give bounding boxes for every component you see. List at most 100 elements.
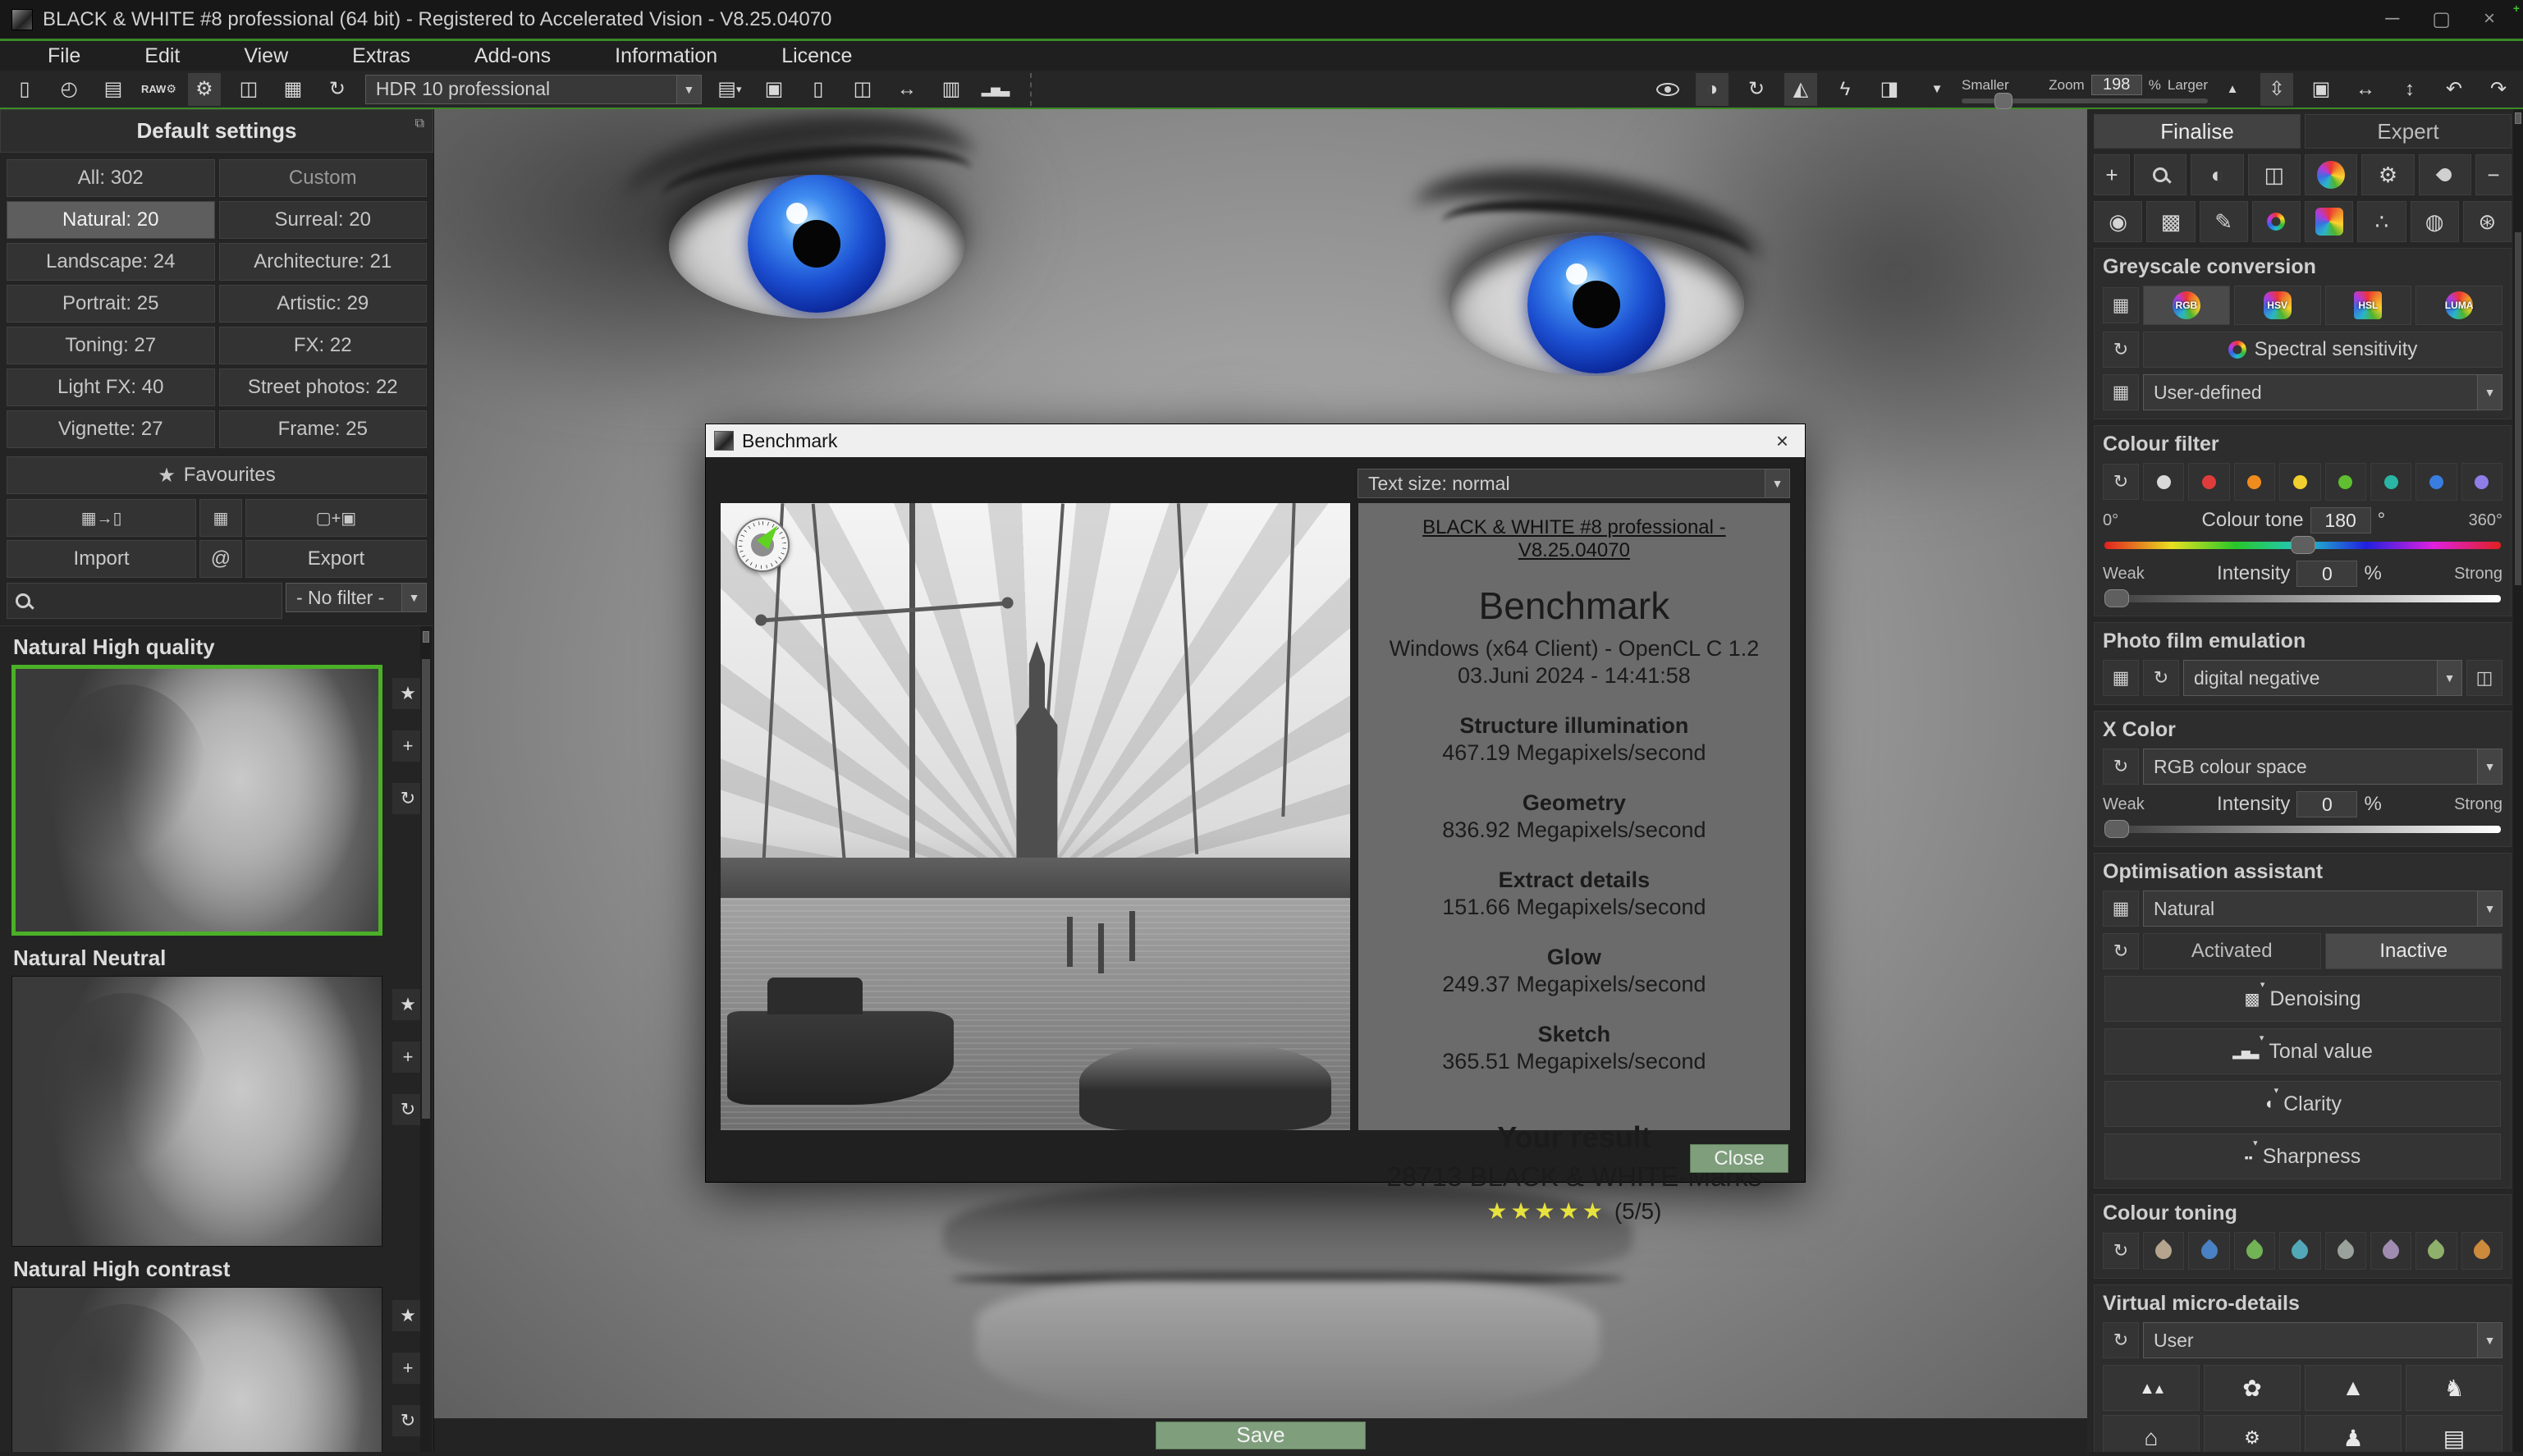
zoom-slider-handle[interactable]	[1994, 93, 2012, 109]
film-icon[interactable]: ◫	[2248, 154, 2301, 195]
favourite-star-icon[interactable]: ★	[392, 989, 424, 1020]
crop-icon[interactable]: ▣	[2305, 73, 2338, 106]
colour-filter-orange[interactable]	[2234, 463, 2275, 501]
zoom-out-fit-icon[interactable]: ▼	[1921, 73, 1953, 106]
free-resize-icon[interactable]: ⇳	[2260, 73, 2293, 106]
contrast-icon[interactable]: ◐	[2191, 154, 2243, 195]
assistant-activated-button[interactable]: Activated	[2143, 933, 2321, 969]
rotate-right-icon[interactable]: ↷	[2482, 73, 2515, 106]
node-graph-icon[interactable]: ∴	[2357, 201, 2406, 242]
at-button[interactable]: @	[199, 540, 242, 578]
refresh-icon[interactable]: ↻	[2103, 749, 2139, 785]
greyscale-mode-luma[interactable]: LUMA	[2415, 286, 2502, 325]
toning-sepia[interactable]	[2143, 1232, 2184, 1270]
micro-landscape-icon[interactable]: ▲▴	[2103, 1365, 2200, 1411]
maximize-button[interactable]: ▢	[2432, 7, 2451, 31]
film-emulation-dropdown[interactable]: digital negative ▼	[2183, 660, 2462, 696]
export-grid-icon[interactable]: ▢+▣	[245, 499, 427, 537]
panel-icon[interactable]: ▥	[935, 73, 968, 106]
preset-scrollbar-thumb[interactable]	[422, 659, 430, 1119]
print-icon[interactable]: ▦	[277, 73, 309, 106]
colour-filter-blue[interactable]	[2415, 463, 2457, 501]
preview-eye-icon[interactable]	[1651, 73, 1684, 106]
image-width-icon[interactable]: ↔	[891, 73, 923, 106]
new-file-icon[interactable]: ▯	[8, 73, 41, 106]
colour-filter-yellow[interactable]	[2279, 463, 2320, 501]
intensity-slider[interactable]	[2104, 595, 2501, 602]
magnifier-icon[interactable]	[2134, 154, 2186, 195]
toning-orange[interactable]	[2461, 1232, 2502, 1270]
preset-thumbnail-natural-high-contrast[interactable]	[11, 1287, 382, 1452]
menu-extras[interactable]: Extras	[352, 44, 410, 68]
micro-house-icon[interactable]: ⌂	[2103, 1415, 2200, 1452]
category-landscape[interactable]: Landscape: 24	[7, 243, 215, 281]
dropdown-arrow-icon[interactable]: ▼	[676, 76, 701, 103]
minimize-button[interactable]: ─	[2385, 7, 2399, 31]
tab-expert[interactable]: Expert	[2305, 114, 2512, 149]
save-button[interactable]: Save	[1156, 1422, 1366, 1449]
dropdown-arrow-icon[interactable]: ▼	[2477, 891, 2502, 926]
refresh-preset-icon[interactable]: ↻	[392, 1405, 424, 1436]
denoising-row[interactable]: ▩▾ Denoising	[2104, 976, 2501, 1022]
favourite-star-icon[interactable]: ★	[392, 1300, 424, 1331]
batch-settings-icon[interactable]: ⚙	[188, 73, 221, 106]
category-lightfx[interactable]: Light FX: 40	[7, 369, 215, 406]
preset-grid-icon[interactable]: ▦	[2103, 374, 2139, 410]
search-presets-icon[interactable]: ▦	[199, 499, 242, 537]
grain-icon[interactable]: ▩	[2146, 201, 2195, 242]
menu-licence[interactable]: Licence	[781, 44, 852, 68]
remove-filter-icon[interactable]: −	[2475, 154, 2512, 195]
tab-finalise[interactable]: Finalise	[2094, 114, 2301, 149]
toning-violet[interactable]	[2370, 1232, 2411, 1270]
rotate-left-icon[interactable]: ↶	[2438, 73, 2470, 106]
refresh-view-icon[interactable]: ↻	[1740, 73, 1773, 106]
xcolor-space-dropdown[interactable]: RGB colour space ▼	[2143, 749, 2502, 785]
menu-addons[interactable]: Add-ons	[474, 44, 551, 68]
micro-horse-icon[interactable]: ♞	[2406, 1365, 2502, 1411]
category-artistic[interactable]: Artistic: 29	[219, 285, 428, 323]
resize-height-icon[interactable]: ↕	[2393, 73, 2426, 106]
copy-settings-icon[interactable]: ▤	[97, 73, 130, 106]
sharpness-row[interactable]: ▪▪▾ Sharpness	[2104, 1133, 2501, 1179]
preset-grid-icon[interactable]: ▦	[2103, 660, 2139, 696]
dialog-close-icon[interactable]: ×	[1768, 428, 1797, 454]
assistant-preset-dropdown[interactable]: Natural ▼	[2143, 891, 2502, 927]
search-input[interactable]	[37, 590, 273, 611]
refresh-icon[interactable]: ↻	[2103, 1233, 2139, 1269]
import-button[interactable]: Import	[7, 540, 196, 578]
category-architecture[interactable]: Architecture: 21	[219, 243, 428, 281]
greyscale-mode-hsv[interactable]: HSV	[2234, 286, 2321, 325]
colour-cube-icon[interactable]	[2305, 201, 2353, 242]
histogram-icon[interactable]: ▂▅▃	[979, 73, 1012, 106]
toning-olive[interactable]	[2415, 1232, 2457, 1270]
preset-grid-icon[interactable]: ▦	[2103, 891, 2139, 927]
toning-blue[interactable]	[2188, 1232, 2229, 1270]
refresh-icon[interactable]: ↻	[2103, 332, 2139, 368]
layout-icon[interactable]: ◫	[846, 73, 879, 106]
dual-view-icon[interactable]: ◨	[1873, 73, 1906, 106]
zoom-value[interactable]: 198	[2091, 75, 2142, 95]
spectral-sensitivity-button[interactable]: Spectral sensitivity	[2143, 332, 2502, 368]
export-button[interactable]: Export	[245, 540, 427, 578]
refresh-icon[interactable]: ↻	[2103, 1322, 2139, 1358]
greyscale-profile-dropdown[interactable]: User-defined ▼	[2143, 374, 2502, 410]
zoom-slider[interactable]	[1962, 98, 2208, 103]
menu-view[interactable]: View	[244, 44, 288, 68]
preset-thumbnail-natural-high-quality[interactable]	[11, 665, 382, 936]
toning-teal[interactable]	[2279, 1232, 2320, 1270]
refresh-icon[interactable]: ↻	[2143, 660, 2179, 696]
resize-width-icon[interactable]: ↔	[2349, 73, 2382, 106]
menu-edit[interactable]: Edit	[144, 44, 180, 68]
assistant-inactive-button[interactable]: Inactive	[2325, 933, 2503, 969]
intensity-handle[interactable]	[2104, 589, 2129, 607]
menu-information[interactable]: Information	[615, 44, 717, 68]
refresh-icon[interactable]: ↻	[2103, 933, 2139, 969]
aperture-icon[interactable]: ⊛	[2463, 201, 2512, 242]
filter-brush-icon[interactable]: ◍	[2411, 201, 2459, 242]
split-view-icon[interactable]: ϟ	[1829, 73, 1861, 106]
xcolor-intensity-handle[interactable]	[2104, 820, 2129, 838]
micro-document-icon[interactable]: ▤	[2406, 1415, 2502, 1452]
preset-thumbnail-natural-neutral[interactable]	[11, 976, 382, 1247]
category-fx[interactable]: FX: 22	[219, 327, 428, 364]
toning-green[interactable]	[2234, 1232, 2275, 1270]
